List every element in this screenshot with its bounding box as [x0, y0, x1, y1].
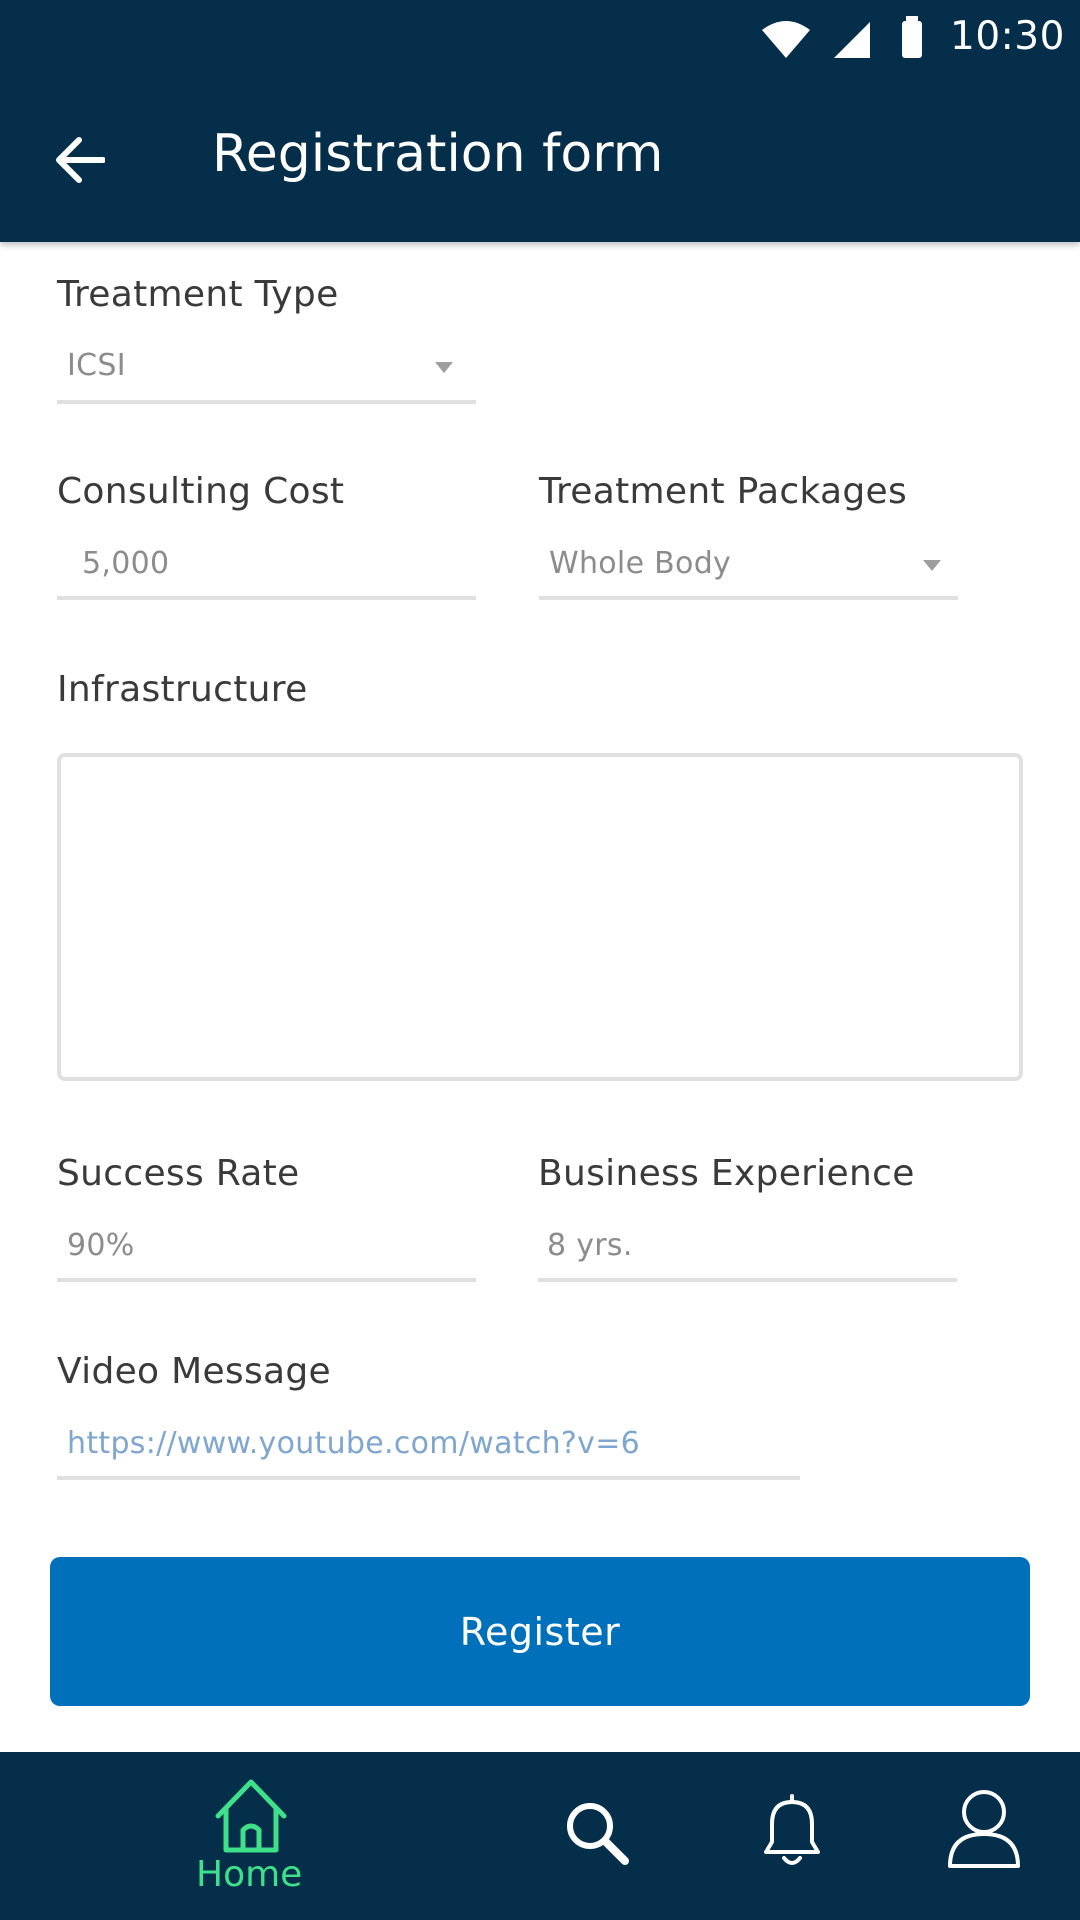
business-experience-value: 8 yrs. — [547, 1228, 633, 1263]
nav-search[interactable] — [560, 1796, 634, 1870]
consulting-cost-label: Consulting Cost — [57, 471, 345, 512]
consulting-cost-field[interactable]: 5,000 — [57, 538, 476, 604]
app-bar: Registration form — [0, 78, 1080, 242]
dropdown-arrow-icon — [435, 362, 453, 373]
treatment-type-underline — [57, 400, 476, 404]
treatment-packages-underline — [539, 596, 958, 600]
treatment-packages-dropdown[interactable]: Whole Body — [539, 538, 958, 604]
business-experience-field[interactable]: 8 yrs. — [538, 1220, 957, 1286]
bell-icon — [764, 1794, 820, 1865]
nav-profile[interactable] — [944, 1786, 1024, 1870]
page-title: Registration form — [212, 124, 664, 184]
treatment-type-value: ICSI — [67, 348, 126, 383]
video-message-label: Video Message — [57, 1351, 331, 1392]
consulting-cost-value: 5,000 — [82, 546, 170, 581]
success-rate-field[interactable]: 90% — [57, 1220, 476, 1286]
status-bar: 10:30 — [0, 0, 1080, 78]
video-message-underline — [57, 1476, 800, 1480]
status-icons — [762, 16, 922, 58]
search-icon — [567, 1803, 629, 1865]
register-button[interactable]: Register — [50, 1557, 1030, 1706]
arrow-left-icon — [56, 137, 105, 183]
user-icon — [948, 1790, 1020, 1868]
treatment-packages-label: Treatment Packages — [539, 471, 908, 512]
battery-icon — [902, 16, 922, 58]
nav-notifications[interactable] — [752, 1790, 832, 1870]
infrastructure-label: Infrastructure — [57, 669, 308, 710]
back-button[interactable] — [40, 120, 120, 200]
wifi-icon — [762, 21, 810, 58]
video-message-field[interactable]: https://www.youtube.com/watch?v=6 — [57, 1418, 800, 1484]
dropdown-arrow-icon — [923, 560, 941, 571]
success-rate-value: 90% — [67, 1228, 135, 1263]
home-icon — [215, 1779, 287, 1853]
infrastructure-textarea[interactable] — [57, 753, 1023, 1081]
bottom-nav — [0, 1752, 1080, 1920]
signal-icon — [834, 22, 870, 58]
business-experience-underline — [538, 1278, 957, 1282]
status-time: 10:30 — [950, 14, 1065, 59]
treatment-type-label: Treatment Type — [57, 274, 339, 315]
consulting-cost-underline — [57, 596, 476, 600]
treatment-type-dropdown[interactable]: ICSI — [57, 340, 476, 406]
video-message-value: https://www.youtube.com/watch?v=6 — [67, 1426, 641, 1461]
nav-home-label: Home — [196, 1854, 303, 1895]
success-rate-label: Success Rate — [57, 1153, 300, 1194]
treatment-packages-value: Whole Body — [549, 546, 732, 581]
success-rate-underline — [57, 1278, 476, 1282]
business-experience-label: Business Experience — [538, 1153, 915, 1194]
